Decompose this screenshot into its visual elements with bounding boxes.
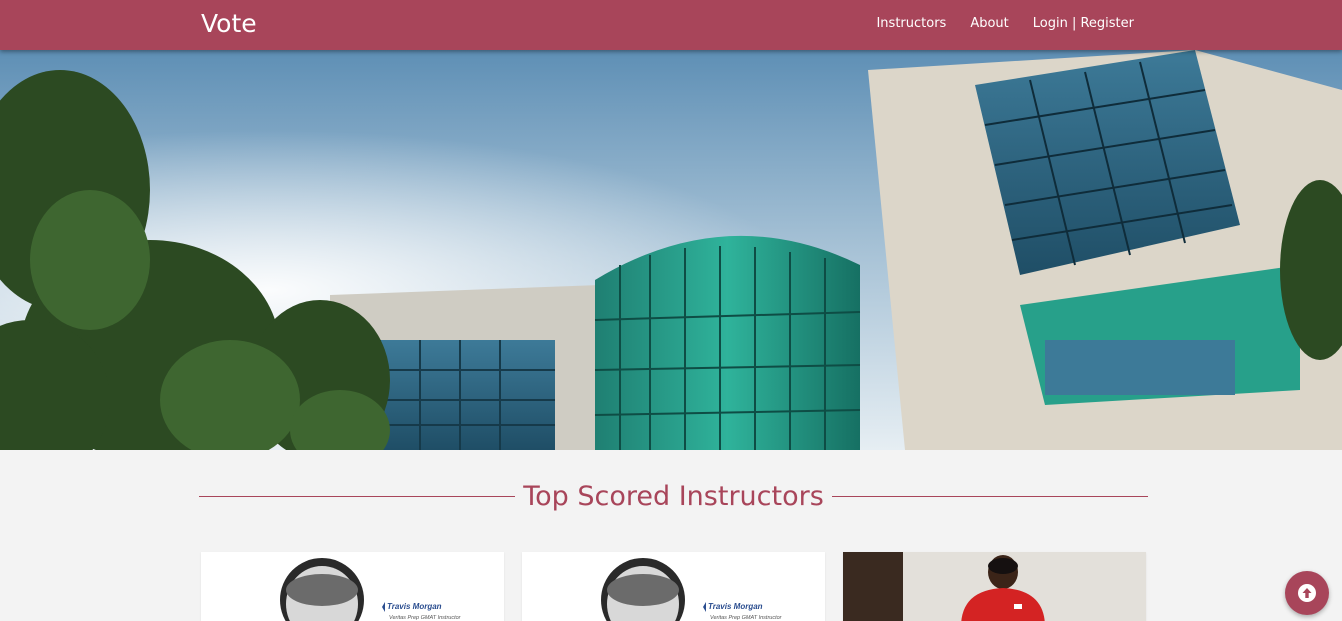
instructor-name: Travis Morgan — [708, 602, 763, 611]
instructor-name: Travis Morgan — [387, 602, 442, 611]
instructor-caption: Veritas Prep GMAT Instructor — [389, 615, 462, 621]
instructor-card[interactable]: Travis Morgan Veritas Prep GMAT Instruct… — [522, 552, 825, 621]
instructor-caption: Veritas Prep GMAT Instructor — [710, 615, 783, 621]
nav-instructors-link[interactable]: Instructors — [876, 16, 946, 31]
instructor-photo: Travis Morgan Veritas Prep GMAT Instruct… — [201, 552, 504, 621]
instructor-photo: Travis Morgan Veritas Prep GMAT Instruct… — [522, 552, 825, 621]
instructor-card[interactable]: Travis Morgan Veritas Prep GMAT Instruct… — [201, 552, 504, 621]
university-building-photo — [0, 50, 1342, 450]
main-nav: Instructors About Login | Register — [876, 16, 1134, 31]
section-title: Top Scored Instructors — [523, 480, 824, 512]
heading-divider-right — [831, 495, 1149, 497]
arrow-up-circle-icon — [1298, 584, 1316, 602]
nav-login-register-link[interactable]: Login | Register — [1033, 16, 1134, 31]
section-heading: Top Scored Instructors — [199, 478, 1149, 514]
heading-divider-left — [199, 495, 516, 497]
brand-logo[interactable]: Vote — [201, 9, 257, 38]
nav-about-link[interactable]: About — [970, 16, 1008, 31]
hero-banner-image — [0, 50, 1342, 450]
scroll-to-top-button[interactable] — [1285, 571, 1329, 615]
instructor-photo — [843, 552, 1146, 621]
top-navbar: Vote Instructors About Login | Register — [0, 0, 1342, 50]
instructor-card[interactable] — [843, 552, 1146, 621]
